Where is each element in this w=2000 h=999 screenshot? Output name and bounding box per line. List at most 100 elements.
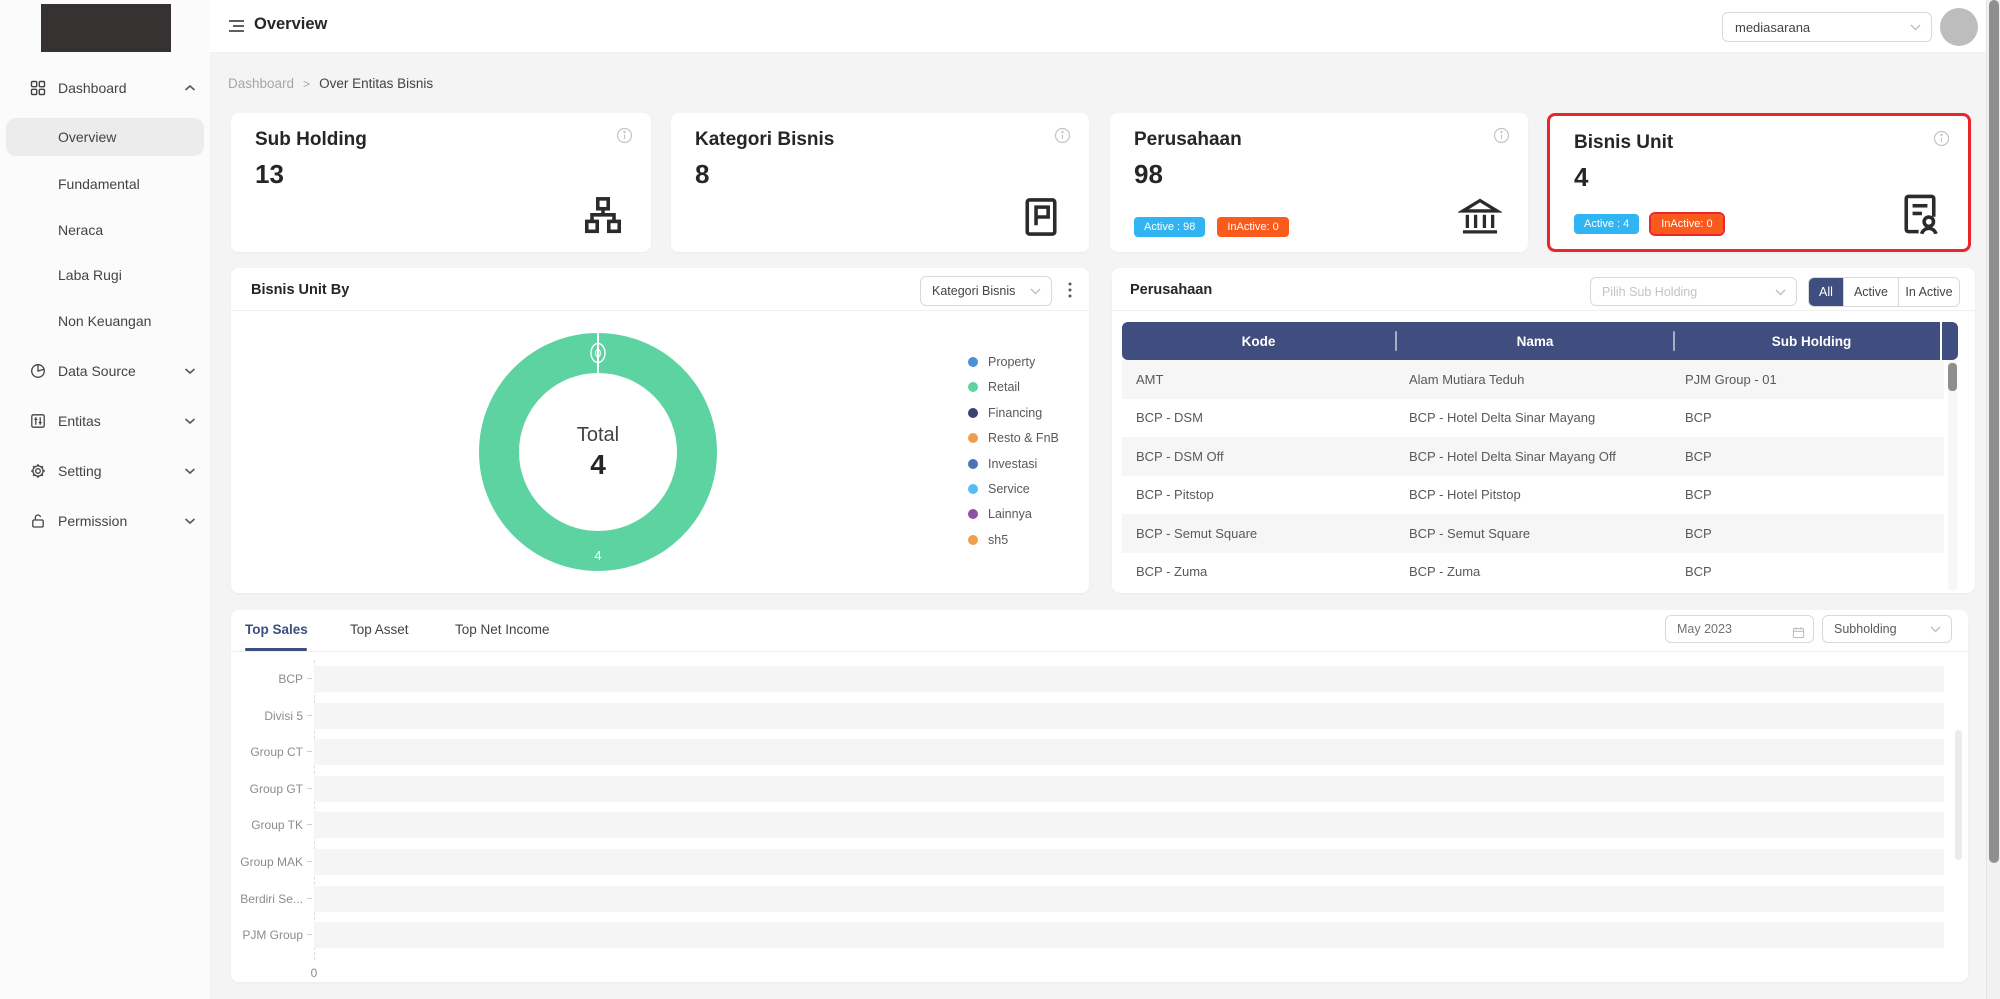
y-axis-label: PJM Group: [231, 928, 303, 942]
sidebar-item-data-source[interactable]: Data Source: [0, 353, 210, 389]
active-badge: Active : 98: [1134, 217, 1205, 237]
legend-item[interactable]: sh5: [968, 532, 1008, 548]
page-scrollbar-track[interactable]: [1986, 0, 2000, 999]
info-icon[interactable]: [1493, 127, 1510, 144]
filter-all-button[interactable]: All: [1809, 278, 1843, 306]
table-scrollbar-track[interactable]: [1948, 360, 1957, 591]
table-row: BCP - Pitstop BCP - Hotel Pitstop BCP: [1122, 476, 1944, 515]
tab-top-sales[interactable]: Top Sales: [245, 622, 308, 637]
legend-item[interactable]: Lainnya: [968, 506, 1032, 522]
sidebar-item-fundamental[interactable]: Fundamental: [6, 165, 204, 203]
menu-fold-icon[interactable]: [228, 18, 245, 34]
table-scrollbar-thumb[interactable]: [1948, 363, 1957, 391]
bar-row-band: [314, 666, 1944, 692]
axis-tick: [307, 934, 312, 935]
legend-item[interactable]: Resto & FnB: [968, 430, 1059, 446]
kategori-bisnis-select[interactable]: Kategori Bisnis: [920, 276, 1052, 306]
page-scrollbar-thumb[interactable]: [1989, 0, 1999, 863]
chevron-down-icon: [1775, 289, 1786, 296]
breadcrumb-parent[interactable]: Dashboard: [228, 76, 294, 91]
stat-card-title: Sub Holding: [255, 129, 367, 151]
legend-item[interactable]: Retail: [968, 379, 1020, 395]
sidebar-item-label: Fundamental: [58, 176, 140, 192]
axis-tick: [307, 751, 312, 752]
filter-inactive-button[interactable]: In Active: [1898, 278, 1959, 306]
legend-label: Investasi: [988, 457, 1037, 471]
donut-slice-label-top: 0: [595, 347, 602, 361]
legend-label: Property: [988, 355, 1035, 369]
legend-item[interactable]: Financing: [968, 405, 1042, 421]
user-avatar[interactable]: [1940, 8, 1978, 46]
cell-nama: BCP - Hotel Delta Sinar Mayang Off: [1395, 449, 1671, 464]
stat-card-kategori-bisnis: Kategori Bisnis 8: [671, 113, 1089, 252]
sidebar-item-label: Permission: [58, 513, 127, 529]
chevron-down-icon: [1910, 24, 1921, 31]
chevron-down-icon: [1930, 626, 1941, 633]
month-picker[interactable]: May 2023: [1665, 615, 1814, 643]
cell-sub-holding: BCP: [1671, 526, 1944, 541]
cell-nama: BCP - Hotel Pitstop: [1395, 487, 1671, 502]
sidebar-item-entitas[interactable]: Entitas: [0, 403, 210, 439]
legend-item[interactable]: Property: [968, 354, 1035, 370]
sidebar-item-overview[interactable]: Overview: [6, 118, 204, 156]
flag-board-icon: [1019, 195, 1063, 239]
axis-tick: [307, 824, 312, 825]
legend-label: sh5: [988, 533, 1008, 547]
page-title: Overview: [254, 15, 327, 34]
legend-dot: [968, 459, 978, 469]
more-options-icon[interactable]: [1061, 280, 1079, 300]
top-chart-card: Top Sales Top Asset Top Net Income May 2…: [231, 610, 1968, 982]
chevron-down-icon: [184, 467, 196, 475]
stat-card-title: Kategori Bisnis: [695, 129, 834, 151]
info-icon[interactable]: [616, 127, 633, 144]
tab-top-asset[interactable]: Top Asset: [350, 622, 409, 637]
divider: [231, 651, 1968, 652]
y-axis-label: Group GT: [231, 782, 303, 796]
calendar-icon: [1792, 626, 1803, 633]
cell-kode: BCP - Semut Square: [1122, 526, 1395, 541]
info-icon[interactable]: [1054, 127, 1071, 144]
legend-dot: [968, 408, 978, 418]
cell-sub-holding: BCP: [1671, 487, 1944, 502]
filter-active-button[interactable]: Active: [1843, 278, 1898, 306]
bar-row-band: [314, 922, 1944, 948]
subholding-select[interactable]: Subholding: [1822, 615, 1952, 643]
chart-scrollbar-thumb[interactable]: [1955, 730, 1962, 860]
sidebar-item-permission[interactable]: Permission: [0, 503, 210, 539]
axis-tick: [307, 678, 312, 679]
pilih-sub-holding-select[interactable]: Pilih Sub Holding: [1590, 277, 1797, 306]
legend-item[interactable]: Investasi: [968, 456, 1037, 472]
document-user-icon: [1898, 192, 1942, 236]
tenant-select[interactable]: mediasarana: [1722, 12, 1932, 42]
cell-kode: BCP - Pitstop: [1122, 487, 1395, 502]
legend-dot: [968, 357, 978, 367]
sidebar-item-neraca[interactable]: Neraca: [6, 211, 204, 249]
info-icon[interactable]: [1933, 130, 1950, 147]
inactive-badge: InActive: 0: [1217, 217, 1288, 237]
chevron-down-icon: [1030, 288, 1041, 295]
table-row: BCP - Semut Square BCP - Semut Square BC…: [1122, 514, 1944, 553]
sidebar-item-non-keuangan[interactable]: Non Keuangan: [6, 302, 204, 340]
sidebar-item-label: Dashboard: [58, 80, 127, 96]
status-badges: Active : 98 InActive: 0: [1134, 217, 1289, 237]
stat-card-value: 8: [695, 159, 709, 190]
legend-item[interactable]: Service: [968, 481, 1030, 497]
legend-label: Resto & FnB: [988, 431, 1059, 445]
sidebar-item-setting[interactable]: Setting: [0, 453, 210, 489]
tab-top-net-income[interactable]: Top Net Income: [455, 622, 550, 637]
topbar: Overview mediasarana: [210, 0, 1986, 53]
sidebar-item-label: Data Source: [58, 363, 136, 379]
select-value: Kategori Bisnis: [932, 284, 1015, 298]
cell-sub-holding: PJM Group - 01: [1671, 372, 1944, 387]
y-axis-label: Group CT: [231, 745, 303, 759]
inactive-badge: InActive: 0: [1651, 214, 1722, 234]
sidebar-item-laba-rugi[interactable]: Laba Rugi: [6, 256, 204, 294]
sidebar-item-label: Laba Rugi: [58, 267, 122, 283]
axis-tick: [307, 715, 312, 716]
stat-card-value: 98: [1134, 159, 1163, 190]
card-title: Bisnis Unit By: [251, 282, 349, 298]
cell-nama: Alam Mutiara Teduh: [1395, 372, 1671, 387]
cell-nama: BCP - Zuma: [1395, 564, 1671, 579]
cell-sub-holding: BCP: [1671, 410, 1944, 425]
sidebar-item-dashboard[interactable]: Dashboard: [0, 70, 210, 106]
